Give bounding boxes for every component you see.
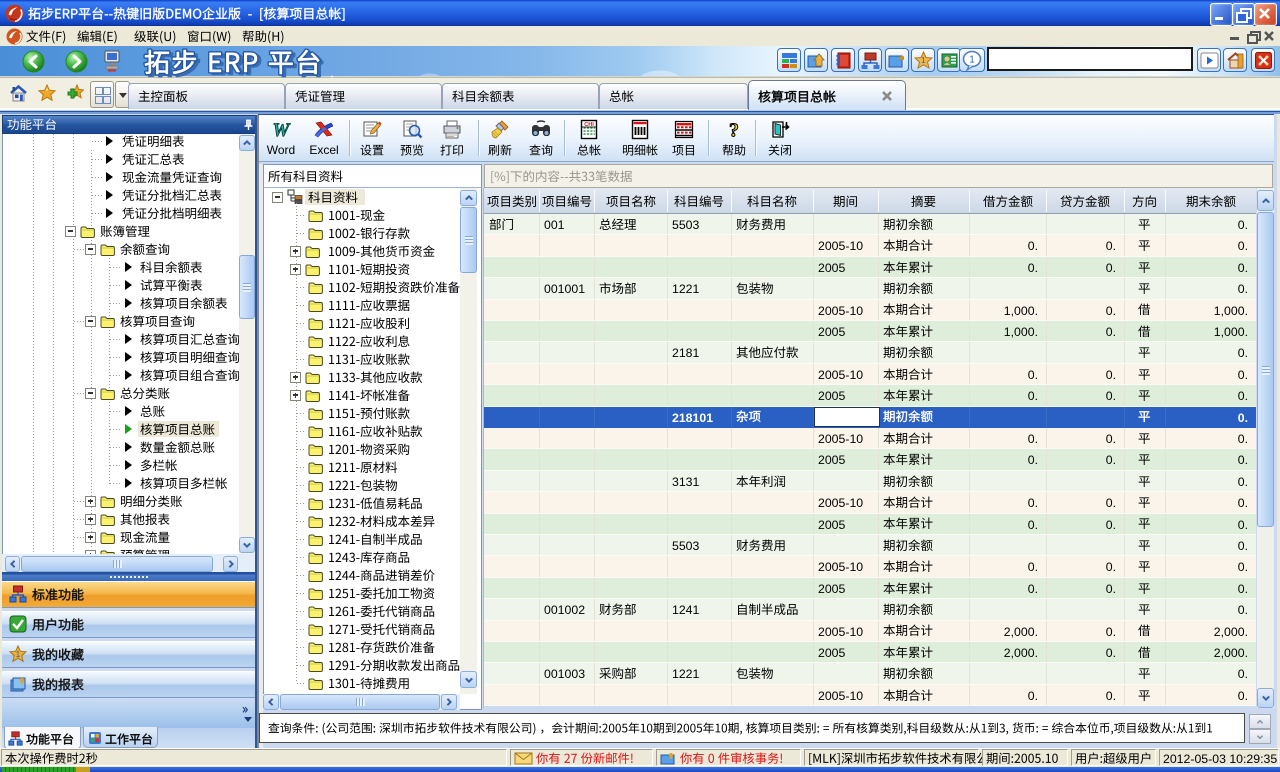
svg-text:1: 1: [969, 55, 975, 66]
svg-text:1: 1: [921, 56, 926, 65]
svg-text:1: 1: [16, 650, 21, 659]
svg-text:?: ?: [729, 120, 739, 141]
svg-text:W: W: [273, 120, 291, 140]
